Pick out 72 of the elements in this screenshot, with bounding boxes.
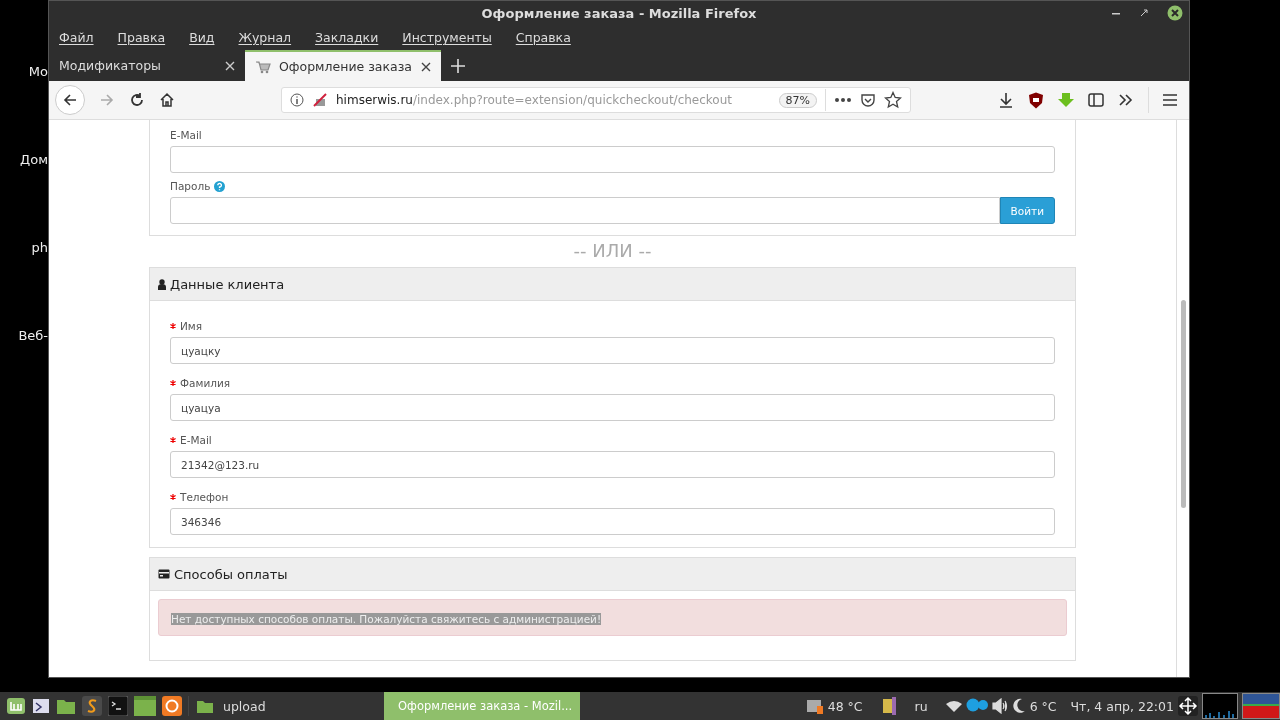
desktop-icon-label[interactable]: ph <box>31 240 48 328</box>
menu-item[interactable]: Закладки <box>315 30 379 45</box>
back-icon[interactable] <box>55 85 85 115</box>
field-label: E-Mail <box>170 129 202 141</box>
cpu-temperature: 48 °C <box>827 698 863 714</box>
scrollbar-thumb[interactable] <box>1180 300 1186 508</box>
field-label: Фамилия <box>180 377 231 389</box>
menu-icon[interactable] <box>1163 94 1177 106</box>
taskbar-window[interactable]: upload <box>189 692 369 720</box>
zoom-badge[interactable]: 87% <box>778 92 817 108</box>
reload-icon[interactable] <box>129 92 145 108</box>
close-icon[interactable] <box>1167 5 1183 21</box>
credit-card-icon <box>158 569 170 579</box>
menu-item[interactable]: Журнал <box>238 30 292 45</box>
user-icon <box>158 278 166 290</box>
shield-icon[interactable] <box>1028 91 1044 109</box>
panel-title: Способы оплаты <box>174 566 288 582</box>
weather-temperature: 6 °C <box>1029 698 1057 714</box>
or-divider: -- ИЛИ -- <box>572 239 653 263</box>
close-icon[interactable] <box>421 61 431 72</box>
terminal-icon[interactable] <box>108 696 128 716</box>
input-field[interactable] <box>170 197 1000 224</box>
download-icon[interactable] <box>998 92 1014 108</box>
cart-icon <box>255 59 271 74</box>
workspace-switcher[interactable] <box>1242 693 1280 719</box>
pocket-icon[interactable] <box>860 92 876 108</box>
browser-tab[interactable]: Модификаторы <box>49 50 245 81</box>
clipboard-icon[interactable] <box>880 697 897 715</box>
move-icon[interactable] <box>1178 696 1198 716</box>
address-bar[interactable]: himserwis.ru/index.php?route=extension/quickcheckout/checkout 87% <box>281 87 911 113</box>
new-tab-icon[interactable] <box>451 59 465 73</box>
input-field[interactable]: цуацку <box>170 337 1055 364</box>
wifi-icon[interactable] <box>945 700 962 712</box>
menu-item[interactable]: Инструменты <box>402 30 492 45</box>
input-field[interactable]: 346346 <box>170 508 1055 535</box>
menu-item[interactable]: Справка <box>515 30 571 45</box>
desktop-icon-label[interactable]: Мо <box>28 64 48 152</box>
desktop-icon-label[interactable]: Дом <box>20 152 48 240</box>
maximize-icon[interactable] <box>1139 8 1149 18</box>
desktop-icon[interactable] <box>32 697 50 715</box>
field-label: E-Mail <box>180 434 212 446</box>
field-label: Имя <box>180 320 203 332</box>
desktop-icon-label[interactable]: Веб- <box>18 328 48 416</box>
help-icon[interactable] <box>214 180 226 192</box>
star-icon[interactable] <box>884 91 902 109</box>
insecure-lock-icon[interactable] <box>312 92 328 108</box>
moon-icon <box>1011 698 1026 714</box>
info-icon[interactable] <box>290 93 304 107</box>
more-icon[interactable] <box>834 97 852 103</box>
url-path: /index.php?route=extension/quickcheckout/checkout <box>412 93 732 107</box>
folder-icon <box>197 699 213 713</box>
input-field[interactable] <box>170 146 1055 173</box>
keyboard-layout[interactable]: ru <box>914 698 928 714</box>
browser-tab[interactable]: Оформление заказа <box>245 50 441 81</box>
input-field[interactable]: 21342@123.ru <box>170 451 1055 478</box>
folder-icon[interactable] <box>56 697 76 715</box>
clock[interactable]: Чт, 4 апр, 22:01 <box>1070 698 1174 714</box>
field-label: Телефон <box>180 491 229 503</box>
field-label: Пароль <box>170 180 211 192</box>
sidebar-icon[interactable] <box>1088 93 1104 107</box>
overflow-icon[interactable] <box>1118 93 1134 107</box>
alert-message: Нет доступных способов оплаты. Пожалуйста свяжитесь с администрацией! <box>171 613 602 625</box>
home-icon[interactable] <box>159 92 175 108</box>
menu-item[interactable]: Файл <box>59 30 94 45</box>
volume-icon[interactable] <box>991 698 1008 714</box>
menu-item[interactable]: Правка <box>117 30 166 45</box>
cpu-icon <box>805 698 824 714</box>
url-host: himserwis.ru <box>336 93 413 107</box>
panel-title: Данные клиента <box>170 276 285 292</box>
input-field[interactable]: цуацуа <box>170 394 1055 421</box>
menu-item[interactable]: Вид <box>189 30 215 45</box>
window-title: Оформление заказа - Mozilla Firefox <box>481 5 757 21</box>
